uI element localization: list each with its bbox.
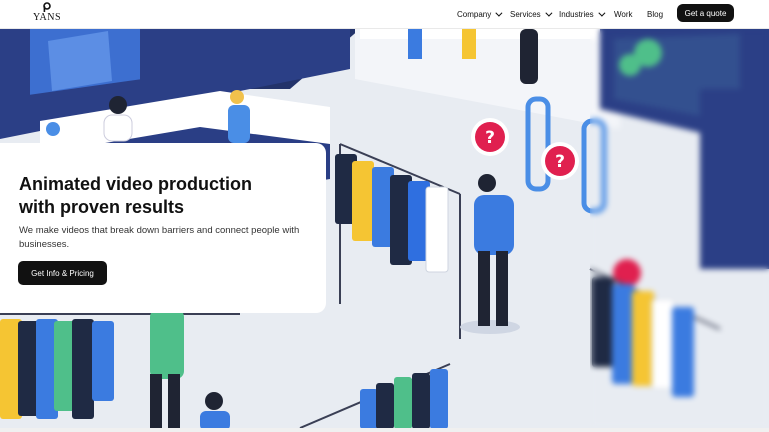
- hero-headline-line2: with proven results: [19, 197, 185, 217]
- brand-name: YANS: [32, 12, 62, 23]
- nav-industries-label: Industries: [559, 10, 594, 19]
- get-info-pricing-button[interactable]: Get Info & Pricing: [18, 261, 107, 285]
- nav-company[interactable]: Company: [457, 0, 503, 29]
- chevron-down-icon: [598, 9, 606, 17]
- nav-services-label: Services: [510, 10, 541, 19]
- nav-blog-label: Blog: [647, 10, 664, 19]
- page: YANS Company Services Industries Work Bl…: [0, 0, 769, 432]
- hero-headline: Animated video production with proven re…: [19, 173, 309, 219]
- bottom-strip: [0, 428, 769, 432]
- get-a-quote-button[interactable]: Get a quote: [677, 4, 734, 22]
- hero-card: Animated video production with proven re…: [0, 143, 326, 313]
- blur-overlay: [590, 29, 769, 428]
- nav-blog[interactable]: Blog: [647, 0, 663, 29]
- nav-industries[interactable]: Industries: [559, 0, 606, 29]
- question-mark-icon: ?: [471, 118, 509, 156]
- svg-text:?: ?: [555, 152, 565, 172]
- chevron-down-icon: [545, 9, 553, 17]
- question-mark-icon: ?: [541, 142, 579, 180]
- chevron-down-icon: [495, 9, 503, 17]
- svg-text:?: ?: [485, 128, 495, 148]
- nav-work-label: Work: [614, 10, 633, 19]
- site-header: YANS Company Services Industries Work Bl…: [0, 0, 769, 29]
- logo-mark-icon: [43, 2, 51, 12]
- logo[interactable]: YANS: [30, 2, 64, 26]
- nav-company-label: Company: [457, 10, 492, 19]
- nav-services[interactable]: Services: [510, 0, 553, 29]
- nav-work[interactable]: Work: [614, 0, 633, 29]
- hero-headline-line1: Animated video production: [19, 174, 253, 194]
- hero-subcopy: We make videos that break down barriers …: [19, 225, 300, 250]
